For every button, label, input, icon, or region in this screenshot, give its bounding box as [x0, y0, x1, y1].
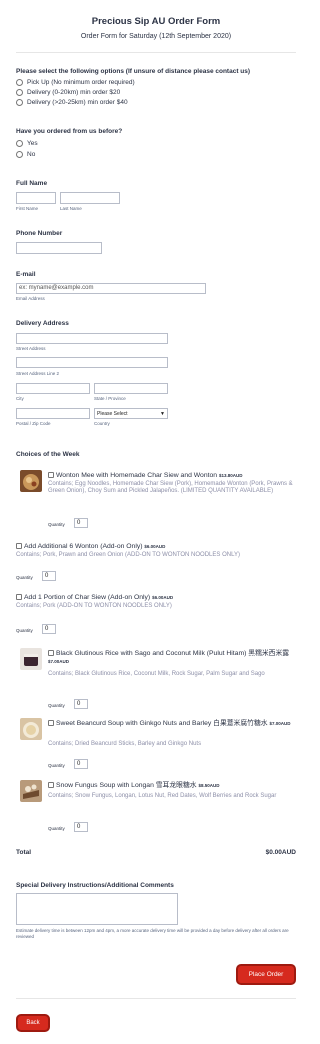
ordered-before-question: Have you ordered from us before? — [16, 128, 123, 135]
product-name: Black Glutinous Rice with Sago and Cocon… — [48, 650, 290, 664]
first-name-sublabel: First Name — [16, 206, 39, 211]
delivery-option-far[interactable]: Delivery (>20-25km) min order $40 — [16, 99, 128, 106]
delivery-option-question: Please select the following options (If … — [16, 68, 251, 75]
ordered-before-yes[interactable]: Yes — [16, 140, 38, 147]
city-input[interactable] — [16, 383, 90, 394]
comments-textarea[interactable] — [16, 893, 178, 925]
form-title: Precious Sip AU Order Form — [91, 16, 221, 27]
checkbox-icon[interactable] — [16, 543, 22, 549]
state-input[interactable] — [94, 383, 168, 394]
last-name-sublabel: Last Name — [60, 206, 82, 211]
first-name-input[interactable] — [16, 192, 56, 204]
quantity-input[interactable]: 0 — [42, 571, 56, 581]
divider — [16, 52, 296, 53]
postal-input[interactable] — [16, 408, 90, 419]
street2-input[interactable] — [16, 357, 168, 368]
product-image-wonton-mee — [20, 470, 42, 492]
radio-icon[interactable] — [16, 151, 23, 158]
email-input[interactable]: ex: myname@example.com — [16, 283, 206, 294]
phone-label: Phone Number — [16, 230, 63, 237]
back-button[interactable]: Back — [18, 1016, 48, 1030]
form-subtitle: Order Form for Saturday (12th September … — [80, 33, 232, 40]
country-sublabel: Country — [94, 421, 110, 426]
phone-input[interactable] — [16, 242, 102, 254]
country-select[interactable]: Please Select ▼ — [94, 408, 168, 419]
quantity-label: Quantity — [48, 522, 65, 527]
radio-icon[interactable] — [16, 99, 23, 106]
radio-icon[interactable] — [16, 140, 23, 147]
product-name: Add Additional 6 Wonton (Add-on Only) $6… — [16, 543, 296, 551]
radio-icon[interactable] — [16, 89, 23, 96]
product-desc: Contains; Egg Noodles, Homemade Char Sie… — [48, 481, 293, 494]
state-sublabel: State / Province — [94, 396, 126, 401]
last-name-input[interactable] — [60, 192, 120, 204]
street2-sublabel: Street Address Line 2 — [16, 371, 60, 376]
product-desc: Contains; Black Glutinous Rice, Coconut … — [48, 671, 265, 677]
quantity-label: Quantity — [16, 575, 33, 580]
delivery-option-pickup[interactable]: Pick Up (No minimum order required) — [16, 79, 135, 86]
quantity-input[interactable]: 0 — [74, 822, 88, 832]
quantity-input[interactable]: 0 — [74, 518, 88, 528]
quantity-input[interactable]: 0 — [74, 759, 88, 769]
quantity-label: Quantity — [48, 763, 65, 768]
product-name: Sweet Beancurd Soup with Ginkgo Nuts and… — [48, 720, 296, 728]
product-name: Snow Fungus Soup with Longan 雪耳龙眼糖水 $8.5… — [48, 782, 296, 790]
delivery-option-near[interactable]: Delivery (0-20km) min order $20 — [16, 89, 120, 96]
product-desc: Contains; Snow Fungus, Longan, Lotus Nut… — [48, 793, 277, 799]
checkbox-icon[interactable] — [48, 650, 54, 656]
product-desc: Contains; Pork, Prawn and Green Onion (A… — [16, 552, 240, 558]
product-name: Wonton Mee with Homemade Char Siew and W… — [48, 472, 296, 480]
postal-sublabel: Postal / Zip Code — [16, 421, 51, 426]
total-value: $0.00AUD — [265, 849, 296, 856]
product-image-sweet-beancurd — [20, 718, 42, 740]
street-sublabel: Street Address — [16, 346, 46, 351]
comments-label: Special Delivery Instructions/Additional… — [16, 882, 174, 889]
place-order-button[interactable]: Place Order — [238, 966, 294, 983]
quantity-input[interactable]: 0 — [42, 624, 56, 634]
total-label: Total — [16, 849, 32, 856]
email-sublabel: Email Address — [16, 296, 45, 301]
city-sublabel: City — [16, 396, 24, 401]
quantity-label: Quantity — [48, 703, 65, 708]
product-image-snow-fungus — [20, 780, 42, 802]
product-desc: Contains; Dried Beancurd Sticks, Barley … — [48, 741, 202, 747]
address-label: Delivery Address — [16, 320, 69, 327]
ordered-before-no[interactable]: No — [16, 151, 35, 158]
quantity-label: Quantity — [16, 628, 33, 633]
product-image-black-glutinous-rice — [20, 648, 42, 670]
full-name-label: Full Name — [16, 180, 48, 187]
radio-icon[interactable] — [16, 79, 23, 86]
delivery-note: Estimate delivery time is between 12pm a… — [16, 928, 289, 939]
products-heading: Choices of the Week — [16, 451, 80, 458]
chevron-down-icon: ▼ — [160, 410, 165, 417]
quantity-input[interactable]: 0 — [74, 699, 88, 709]
product-name: Add 1 Portion of Char Siew (Add-on Only)… — [16, 594, 296, 602]
divider — [16, 998, 296, 999]
quantity-label: Quantity — [48, 826, 65, 831]
checkbox-icon[interactable] — [48, 782, 54, 788]
street-input[interactable] — [16, 333, 168, 344]
checkbox-icon[interactable] — [16, 594, 22, 600]
product-desc: Contains; Pork (ADD-ON TO WONTON NOODLES… — [16, 603, 172, 609]
checkbox-icon[interactable] — [48, 720, 54, 726]
checkbox-icon[interactable] — [48, 472, 54, 478]
email-label: E-mail — [16, 271, 36, 278]
